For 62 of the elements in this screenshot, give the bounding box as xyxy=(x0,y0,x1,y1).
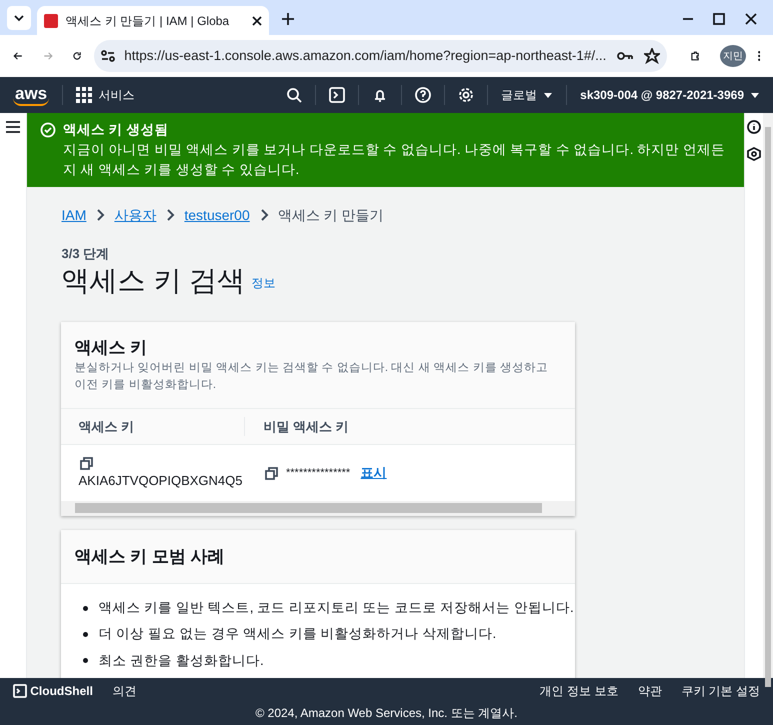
info-link[interactable]: 정보 xyxy=(252,274,276,292)
footer-link[interactable]: 개인 정보 보호 xyxy=(540,682,618,700)
chevron-right-icon[interactable] xyxy=(258,208,269,222)
chevron-down-icon[interactable] xyxy=(12,13,24,23)
panel-title: 액세스 키 모범 사례 xyxy=(74,546,226,568)
grid-icon[interactable] xyxy=(76,87,92,103)
flash-title: 액세스 키 생성됨 xyxy=(62,120,170,138)
aws-logo[interactable]: aws xyxy=(13,84,50,106)
copyright: © 2024, Amazon Web Services, Inc. 또는 계열사. xyxy=(254,705,519,722)
breadcrumb-current: 액세스 키 만들기 xyxy=(278,206,384,225)
show-link[interactable]: 표시 xyxy=(360,463,387,483)
maximize-icon[interactable] xyxy=(713,13,725,25)
footer-link[interactable]: 쿠키 기본 설정 xyxy=(681,682,760,700)
terminal-icon[interactable] xyxy=(329,87,346,103)
close-icon[interactable] xyxy=(250,14,262,26)
bullet-icon xyxy=(83,632,88,638)
vertical-scrollbar[interactable] xyxy=(765,127,771,687)
star-icon[interactable] xyxy=(644,48,660,64)
bullet-icon xyxy=(83,658,88,664)
copy-icon[interactable] xyxy=(78,455,94,472)
step-label: 3/3 단계 xyxy=(61,244,110,263)
hexagon-icon[interactable] xyxy=(747,146,762,160)
account-menu[interactable]: sk309-004 @ 9827-2021-3969 xyxy=(580,86,744,104)
best-practice-item: 최소 권한을 활성화합니다. xyxy=(98,652,264,670)
page-heading: 액세스 키 검색 xyxy=(61,264,246,298)
copy-icon[interactable] xyxy=(263,464,280,481)
more-icon[interactable] xyxy=(758,48,760,64)
menu-icon[interactable] xyxy=(5,120,22,134)
breadcrumb-link[interactable]: testuser00 xyxy=(184,204,250,226)
caret-down-icon[interactable] xyxy=(543,92,554,98)
region-menu[interactable]: 글로벌 xyxy=(501,86,538,104)
bullet-icon xyxy=(83,606,88,611)
secret-key-masked: *************** xyxy=(286,466,350,481)
site-settings-icon[interactable] xyxy=(100,48,116,64)
services-menu[interactable]: 서비스 xyxy=(76,86,135,104)
breadcrumb-link[interactable]: 사용자 xyxy=(114,204,156,226)
breadcrumb-link[interactable]: IAM xyxy=(61,204,86,226)
close-window-icon[interactable] xyxy=(744,13,756,25)
panel-title: 액세스 키 xyxy=(74,336,148,359)
flash-message: 지금이 아니면 비밀 액세스 키를 보거나 다운로드할 수 없습니다. 나중에 복구할 수 없습니다. 하지만 언제든지 새 액세스 키를 생성할 수 있습니다. xyxy=(62,140,726,179)
search-icon[interactable] xyxy=(286,87,302,103)
terminal-icon[interactable] xyxy=(13,684,27,698)
caret-down-icon[interactable] xyxy=(750,92,760,98)
help-icon[interactable] xyxy=(415,87,432,103)
profile-avatar[interactable]: 지민 xyxy=(720,45,746,67)
cloudshell-button[interactable]: CloudShell xyxy=(13,682,93,700)
info-icon[interactable] xyxy=(747,120,762,134)
feedback-link[interactable]: 의견 xyxy=(112,682,136,700)
chevron-right-icon[interactable] xyxy=(165,208,176,222)
new-tab-icon[interactable] xyxy=(281,12,295,26)
best-practice-item: 더 이상 필요 없는 경우 액세스 키를 비활성화하거나 삭제합니다. xyxy=(98,625,496,644)
access-key-id: AKIA6JTVQOPIQBXGN4Q5 xyxy=(78,473,242,488)
settings-icon[interactable] xyxy=(458,87,474,103)
panel-description: 분실하거나 잊어버린 비밀 액세스 키는 검색할 수 없습니다. 대신 새 액세스 키를 생성하고 이전 키를 비활성화합니다. xyxy=(74,361,550,394)
favicon-icon xyxy=(44,14,58,28)
best-practice-item: 액세스 키를 일반 텍스트, 코드 리포지토리 또는 코드로 저장해서는 안됩니다. xyxy=(98,599,574,618)
column-header: 비밀 액세스 키 xyxy=(262,418,349,436)
success-icon[interactable] xyxy=(40,122,56,138)
footer-link[interactable]: 약관 xyxy=(638,682,662,700)
column-header: 액세스 키 xyxy=(61,416,246,436)
horizontal-scrollbar[interactable] xyxy=(61,500,576,516)
chevron-right-icon[interactable] xyxy=(95,208,106,222)
